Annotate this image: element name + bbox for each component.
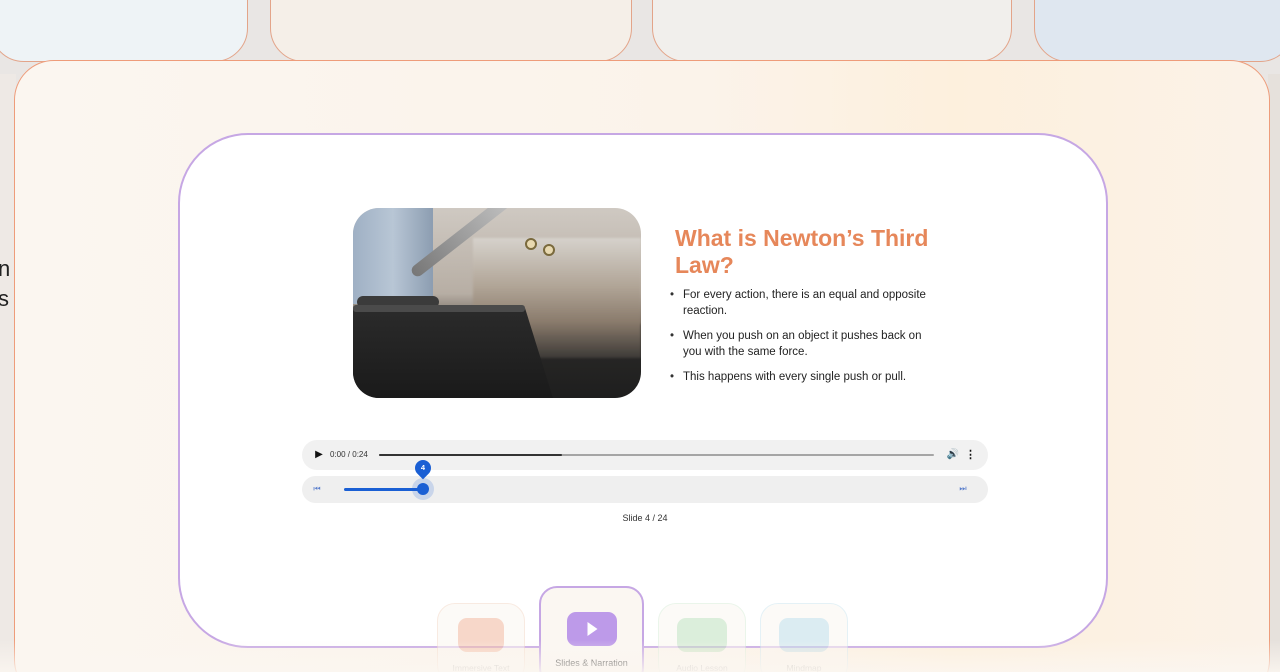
play-icon [566, 612, 617, 646]
tab-label: Mindmap [786, 663, 822, 672]
slide-title: What is Newton’s Third Law? [675, 225, 929, 278]
audio-time: 0:00 / 0:24 [330, 450, 368, 459]
audio-progress-track[interactable] [379, 454, 934, 456]
tab-label: Audio Lesson [676, 663, 728, 672]
background-card[interactable] [652, 0, 1012, 62]
mindmap-icon [779, 618, 829, 652]
play-icon[interactable]: ▶ [312, 448, 326, 462]
tab-immersive-text[interactable]: Immersive Text [437, 603, 525, 672]
tab-mindmap[interactable]: Mindmap [760, 603, 848, 672]
slider-thumb[interactable] [417, 483, 429, 495]
background-card[interactable] [270, 0, 632, 62]
slide-bullet-list: For every action, there is an equal and … [670, 288, 930, 396]
background-card[interactable] [0, 0, 248, 62]
slide-bullet: For every action, there is an equal and … [670, 288, 930, 319]
slider-value-label: 4 [420, 463, 426, 472]
tab-label: Immersive Text [452, 663, 510, 672]
skateboard-image [353, 208, 641, 398]
background-card[interactable] [1034, 0, 1280, 62]
skip-previous-icon[interactable]: ⏮ [310, 482, 324, 496]
volume-icon[interactable]: 🔊 [946, 448, 960, 462]
immersive-text-icon [458, 618, 504, 652]
waveform-icon [677, 618, 727, 652]
slide-scrubber: ⏮ 4 ⏭ [302, 456, 988, 503]
skip-next-icon[interactable]: ⏭ [956, 482, 970, 496]
more-vert-icon[interactable]: ⋮ [965, 448, 976, 462]
tab-label: Slides & Narration [555, 658, 628, 668]
audio-player: ▶ 0:00 / 0:24 🔊 ⋮ [302, 440, 988, 470]
slide-player-card: What is Newton’s Third Law? For every ac… [178, 133, 1108, 648]
slide-counter: Slide 4 / 24 [622, 513, 668, 523]
tab-slides-narration[interactable]: Slides & Narration [539, 586, 644, 672]
tab-audio-lesson[interactable]: Audio Lesson [658, 603, 746, 672]
slide-bullet: This happens with every single push or p… [670, 370, 930, 386]
slide-bullet: When you push on an object it pushes bac… [670, 329, 930, 360]
audio-progress-fill [379, 454, 563, 456]
